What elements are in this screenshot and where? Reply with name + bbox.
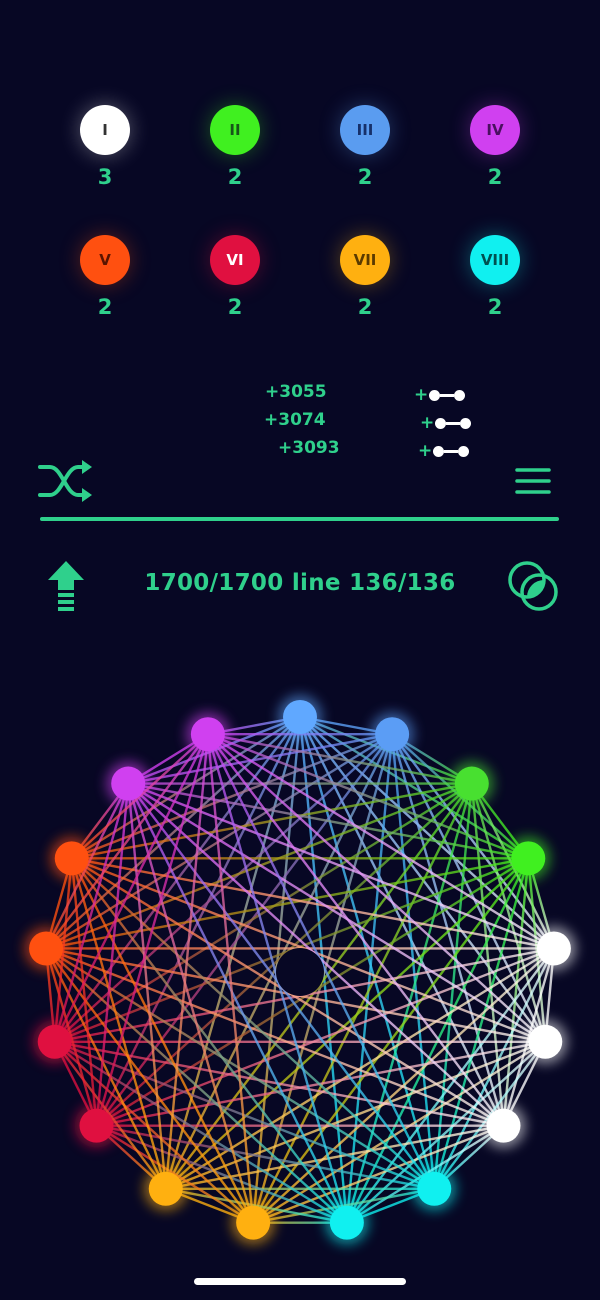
color-tile-2[interactable]: II 2 [180, 105, 290, 189]
tile-label: I [102, 121, 108, 139]
wheel-node-7[interactable] [486, 1108, 521, 1143]
wheel-line [96, 947, 555, 1127]
tile-label: III [356, 121, 374, 139]
wheel-node-15[interactable] [54, 841, 89, 876]
wheel-node-17[interactable] [190, 717, 225, 752]
tile-count: 3 [97, 165, 113, 189]
line-delta-1: + [414, 385, 466, 405]
wheel-node-11[interactable] [148, 1171, 183, 1206]
shuffle-icon[interactable] [38, 459, 94, 503]
line-segment-icon [435, 417, 472, 429]
color-circle-IV[interactable]: IV [470, 105, 520, 155]
plus-sign: + [420, 413, 435, 433]
color-circle-V[interactable]: V [80, 235, 130, 285]
wheel-node-3[interactable] [454, 766, 489, 801]
tile-label: VI [226, 251, 244, 269]
wheel-line [95, 783, 130, 1126]
plus-sign: + [418, 441, 433, 461]
tile-label: V [99, 251, 111, 269]
color-tile-4[interactable]: IV 2 [440, 105, 550, 189]
tile-count: 2 [227, 295, 243, 319]
progress-status: 1700/1700 line 136/136 [144, 570, 456, 596]
line-segment-icon [429, 389, 466, 401]
wheel-line [127, 783, 348, 1224]
wheel-node-16[interactable] [111, 766, 146, 801]
tile-label: IV [486, 121, 504, 139]
color-count-grid: I 3 II 2 III 2 IV 2 V 2 VI 2 VII 2 VIII … [0, 0, 600, 340]
line-delta-3: + [418, 441, 470, 461]
wheel-line [45, 947, 504, 1127]
wheel-node-10[interactable] [236, 1205, 271, 1240]
wheel-node-1[interactable] [283, 700, 317, 734]
divider [40, 517, 559, 521]
color-circle-I[interactable]: I [80, 105, 130, 155]
wheel-node-4[interactable] [511, 841, 546, 876]
color-tile-1[interactable]: I 3 [50, 105, 160, 189]
tile-count: 2 [357, 165, 373, 189]
color-tile-7[interactable]: VII 2 [310, 235, 420, 319]
line-segment-icon [433, 445, 470, 457]
arrow-up-icon[interactable] [46, 560, 86, 614]
home-indicator[interactable] [194, 1278, 406, 1285]
score-gain-2: +3074 [264, 410, 326, 430]
score-gain-3: +3093 [278, 438, 340, 458]
score-gain-1: +3055 [265, 382, 327, 402]
tile-label: VIII [480, 251, 510, 269]
tile-count: 2 [97, 295, 113, 319]
wheel-node-12[interactable] [79, 1108, 114, 1143]
color-tile-3[interactable]: III 2 [310, 105, 420, 189]
wheel-node-14[interactable] [29, 931, 64, 966]
line-delta-2: + [420, 413, 472, 433]
wheel-line [470, 783, 505, 1126]
color-tile-5[interactable]: V 2 [50, 235, 160, 319]
tile-label: VII [353, 251, 377, 269]
color-tile-6[interactable]: VI 2 [180, 235, 290, 319]
color-circle-III[interactable]: III [340, 105, 390, 155]
color-circle-VIII[interactable]: VIII [470, 235, 520, 285]
tile-count: 2 [487, 295, 503, 319]
color-circle-VII[interactable]: VII [340, 235, 390, 285]
color-circle-VI[interactable]: VI [210, 235, 260, 285]
tile-label: II [229, 121, 241, 139]
wheel-node-6[interactable] [528, 1024, 563, 1059]
menu-icon[interactable] [514, 466, 552, 496]
wheel-node-8[interactable] [417, 1171, 452, 1206]
color-tile-8[interactable]: VIII 2 [440, 235, 550, 319]
tile-count: 2 [357, 295, 373, 319]
wheel-center [276, 948, 324, 996]
wheel-line [252, 783, 473, 1224]
wheel-node-9[interactable] [329, 1205, 364, 1240]
wheel-node-5[interactable] [536, 931, 571, 966]
wheel-node-13[interactable] [37, 1024, 72, 1059]
tile-count: 2 [227, 165, 243, 189]
tile-count: 2 [487, 165, 503, 189]
overlap-circles-icon[interactable] [505, 558, 561, 614]
color-wheel-board[interactable] [0, 680, 600, 1260]
wheel-node-2[interactable] [375, 717, 410, 752]
plus-sign: + [414, 385, 429, 405]
color-circle-II[interactable]: II [210, 105, 260, 155]
